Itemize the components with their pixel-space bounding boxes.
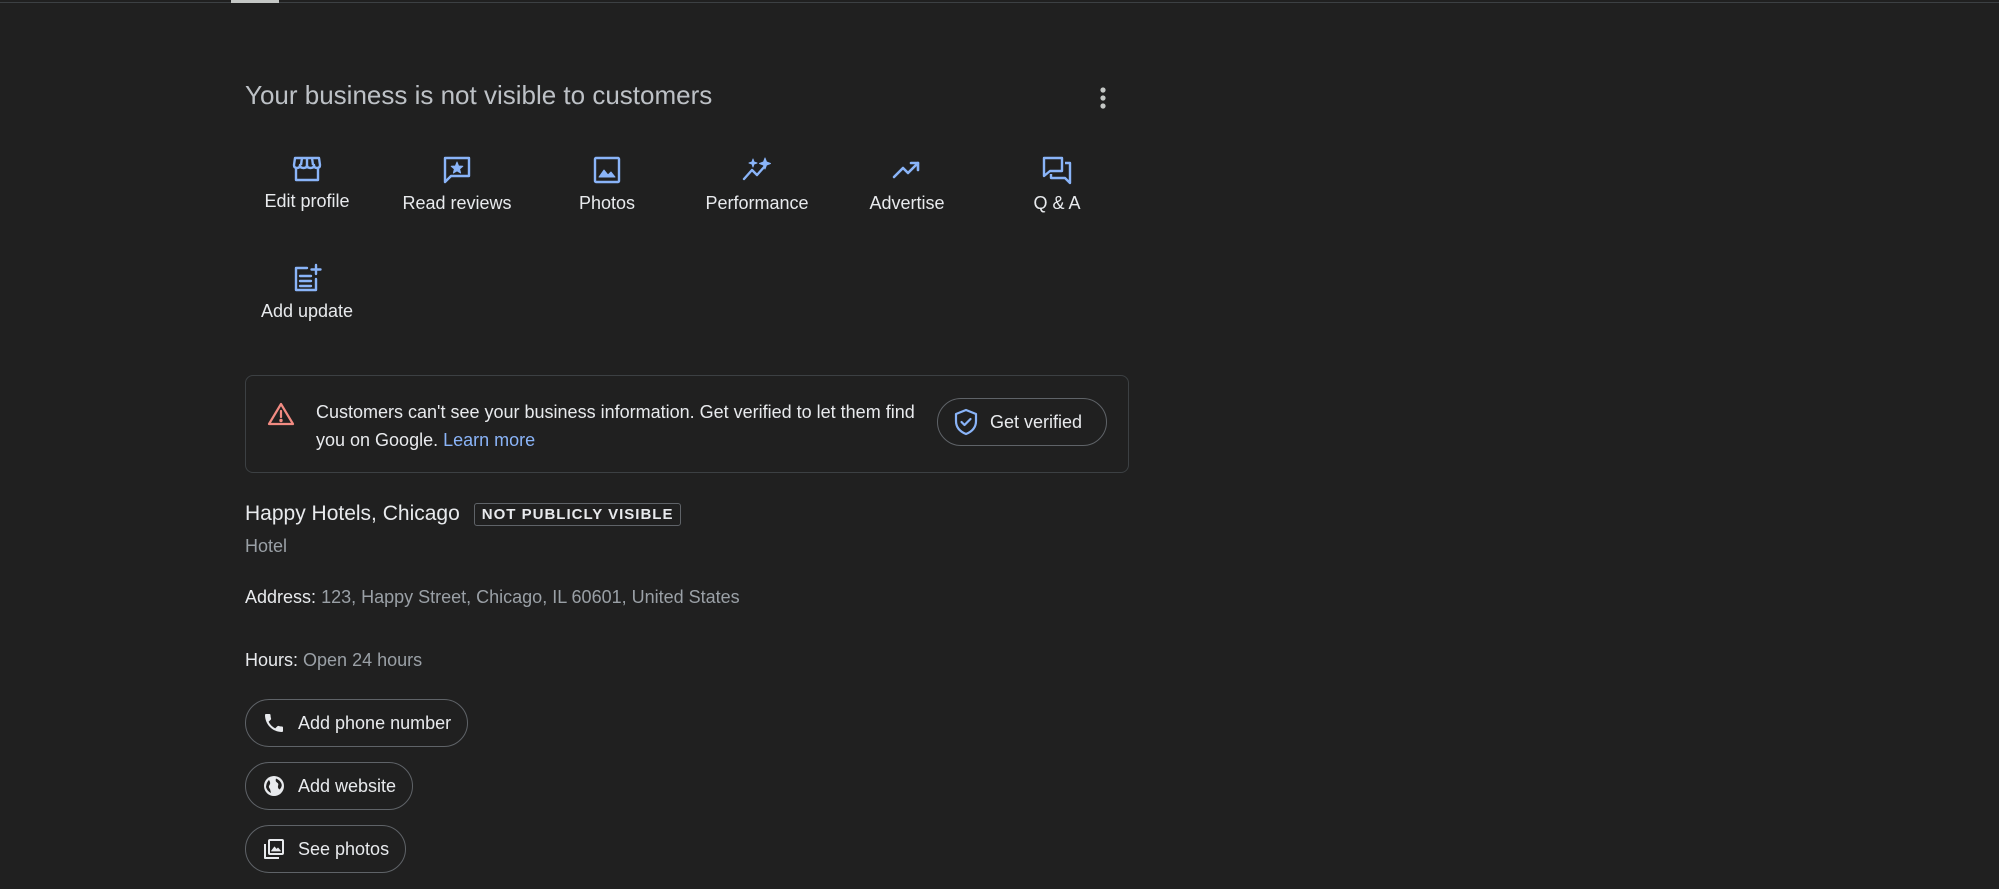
forum-icon bbox=[1042, 156, 1072, 185]
hours-line: Hours: Open 24 hours bbox=[245, 650, 422, 671]
action-label: Edit profile bbox=[264, 191, 350, 211]
verification-alert: Customers can't see your business inform… bbox=[245, 375, 1129, 473]
edit-profile-button[interactable]: Edit profile bbox=[232, 155, 382, 212]
add-website-label: Add website bbox=[298, 775, 397, 796]
hours-value[interactable]: Open 24 hours bbox=[303, 650, 422, 670]
add-phone-button[interactable]: Add phone number bbox=[245, 699, 469, 747]
add-update-button[interactable]: Add update bbox=[232, 263, 382, 322]
get-verified-label: Get verified bbox=[990, 411, 1083, 432]
performance-button[interactable]: Performance bbox=[682, 155, 832, 214]
business-name-row: Happy Hotels, Chicago NOT PUBLICLY VISIB… bbox=[245, 500, 682, 528]
action-label: Performance bbox=[705, 193, 809, 213]
globe-icon bbox=[264, 776, 284, 796]
star-review-icon bbox=[443, 156, 471, 184]
phone-icon bbox=[265, 714, 283, 732]
image-icon bbox=[593, 156, 621, 184]
warning-icon bbox=[267, 402, 295, 426]
action-label: Q & A bbox=[1033, 193, 1081, 213]
panel-header: Your business is not visible to customer… bbox=[245, 80, 1131, 116]
hours-label: Hours: bbox=[245, 650, 299, 670]
sparkle-trend-icon bbox=[742, 157, 771, 181]
address-line: Address: 123, Happy Street, Chicago, IL … bbox=[245, 587, 740, 608]
advertise-button[interactable]: Advertise bbox=[832, 155, 982, 214]
see-photos-button[interactable]: See photos bbox=[245, 825, 407, 873]
action-label: Photos bbox=[578, 193, 636, 213]
see-photos-label: See photos bbox=[298, 838, 390, 859]
action-label: Read reviews bbox=[402, 193, 512, 213]
more-options-button[interactable] bbox=[1087, 82, 1119, 114]
business-category: Hotel bbox=[245, 536, 288, 556]
active-tab-indicator bbox=[231, 0, 279, 3]
photo-library-icon bbox=[264, 839, 284, 859]
alert-message: Customers can't see your business inform… bbox=[316, 398, 916, 454]
more-vert-icon bbox=[1100, 87, 1106, 109]
post-add-icon bbox=[294, 263, 322, 292]
qa-button[interactable]: Q & A bbox=[982, 155, 1132, 214]
add-website-button[interactable]: Add website bbox=[245, 762, 414, 810]
action-label: Advertise bbox=[869, 193, 945, 213]
storefront-icon bbox=[292, 156, 322, 182]
trending-up-icon bbox=[892, 161, 920, 179]
get-verified-button[interactable]: Get verified bbox=[937, 398, 1107, 446]
add-phone-label: Add phone number bbox=[298, 712, 452, 733]
top-divider bbox=[0, 2, 1999, 3]
status-badge: NOT PUBLICLY VISIBLE bbox=[473, 502, 682, 526]
read-reviews-button[interactable]: Read reviews bbox=[382, 155, 532, 214]
action-label: Add update bbox=[260, 301, 354, 321]
visibility-title: Your business is not visible to customer… bbox=[245, 80, 713, 110]
verified-shield-icon bbox=[954, 408, 978, 436]
photos-button[interactable]: Photos bbox=[532, 155, 682, 214]
alert-text: Customers can't see your business inform… bbox=[316, 402, 915, 450]
address-value[interactable]: 123, Happy Street, Chicago, IL 60601, Un… bbox=[321, 587, 740, 607]
address-label: Address: bbox=[245, 587, 317, 607]
business-name: Happy Hotels, Chicago bbox=[245, 502, 460, 525]
learn-more-link[interactable]: Learn more bbox=[443, 430, 535, 450]
